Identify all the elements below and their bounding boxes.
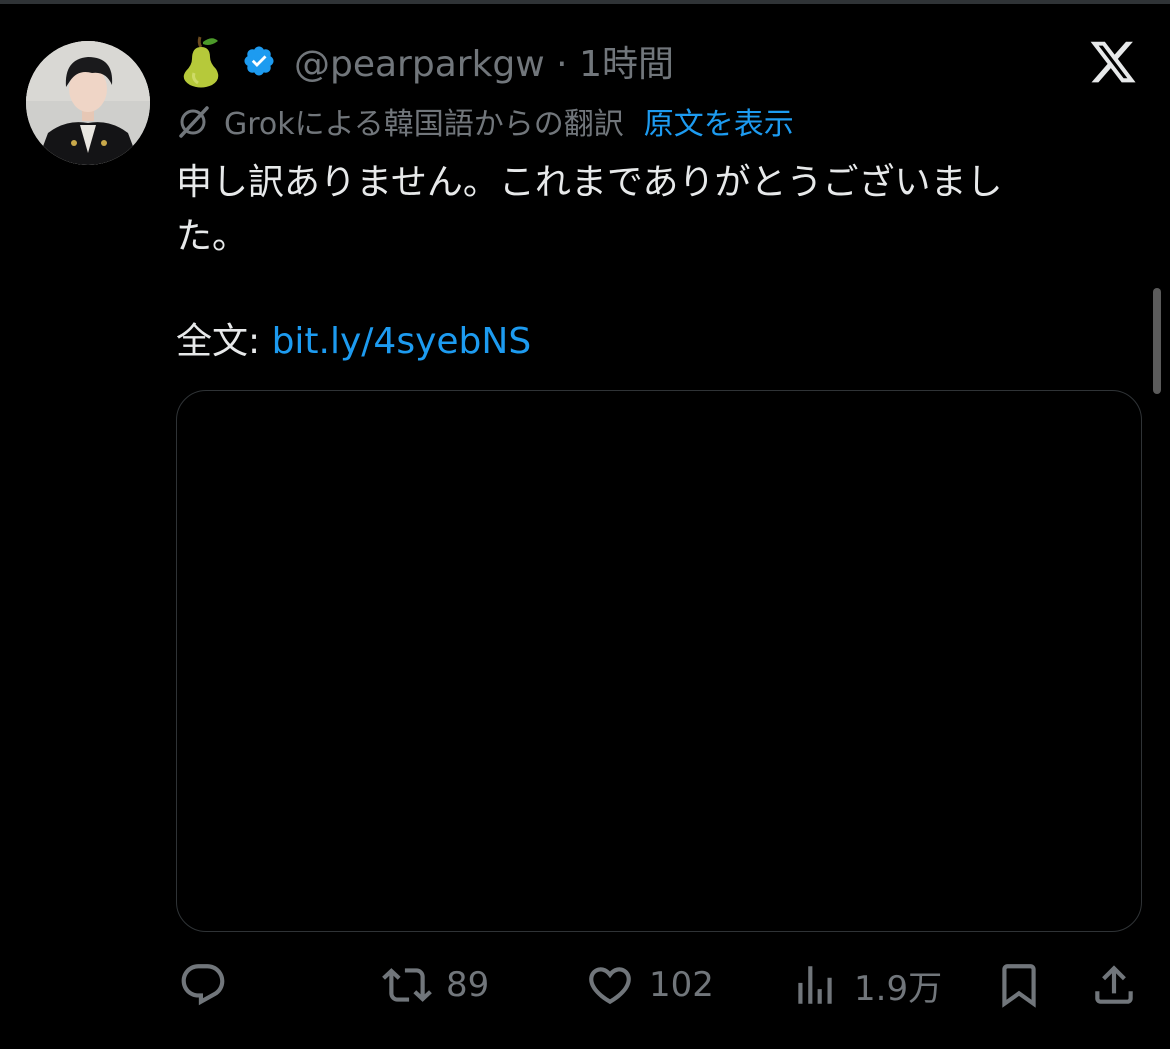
pear-emoji-icon xyxy=(183,36,219,88)
retweet-count: 89 xyxy=(446,965,490,1005)
show-original-link[interactable]: 原文を表示 xyxy=(644,99,794,143)
reply-icon xyxy=(181,964,225,1006)
like-count: 102 xyxy=(649,965,714,1005)
reply-button[interactable] xyxy=(178,950,228,1020)
media-card[interactable] xyxy=(176,390,1142,932)
share-button[interactable] xyxy=(1089,950,1139,1020)
heart-icon xyxy=(589,967,631,1005)
translation-row: Grokによる韓国語からの翻訳 原文を表示 xyxy=(176,99,794,143)
retweet-button[interactable]: 89 xyxy=(382,950,489,1020)
like-button[interactable]: 102 xyxy=(585,950,714,1020)
fulltext-row: 全文: bit.ly/4syebNS xyxy=(176,318,531,366)
action-bar: 89 102 1.9万 xyxy=(0,950,1170,1020)
avatar-image xyxy=(26,41,150,165)
handle-text[interactable]: @pearparkgw xyxy=(294,44,545,85)
fulltext-label: 全文: xyxy=(176,321,272,362)
bookmark-icon xyxy=(1002,964,1036,1008)
views-chart-icon xyxy=(798,966,832,1004)
share-icon xyxy=(1095,965,1133,1004)
tweet-text-line-2: た。 xyxy=(176,216,249,257)
translation-label: Grokによる韓国語からの翻訳 xyxy=(224,107,624,142)
views-count: 1.9万 xyxy=(854,968,943,1009)
user-handle[interactable]: @pearparkgw · 1時間 xyxy=(294,35,674,87)
bookmark-button[interactable] xyxy=(994,950,1044,1020)
tweet-timestamp[interactable]: 1時間 xyxy=(579,44,674,85)
views-button[interactable]: 1.9万 xyxy=(790,950,942,1020)
grok-icon xyxy=(179,106,209,138)
verified-badge-icon[interactable] xyxy=(242,44,276,78)
separator-dot: · xyxy=(556,44,568,85)
fulltext-link[interactable]: bit.ly/4syebNS xyxy=(272,321,532,362)
tweet-text-line-1: 申し訳ありません。これまでありがとうございまし xyxy=(176,162,1003,203)
tweet-text: 申し訳ありません。これまでありがとうございまし た。 xyxy=(176,156,1096,264)
retweet-icon xyxy=(382,968,432,1002)
top-divider xyxy=(0,0,1170,4)
x-logo-icon[interactable] xyxy=(1088,37,1138,87)
scrollbar[interactable] xyxy=(1153,288,1161,394)
tweet-header: @pearparkgw · 1時間 xyxy=(176,30,674,92)
avatar[interactable] xyxy=(26,41,150,165)
